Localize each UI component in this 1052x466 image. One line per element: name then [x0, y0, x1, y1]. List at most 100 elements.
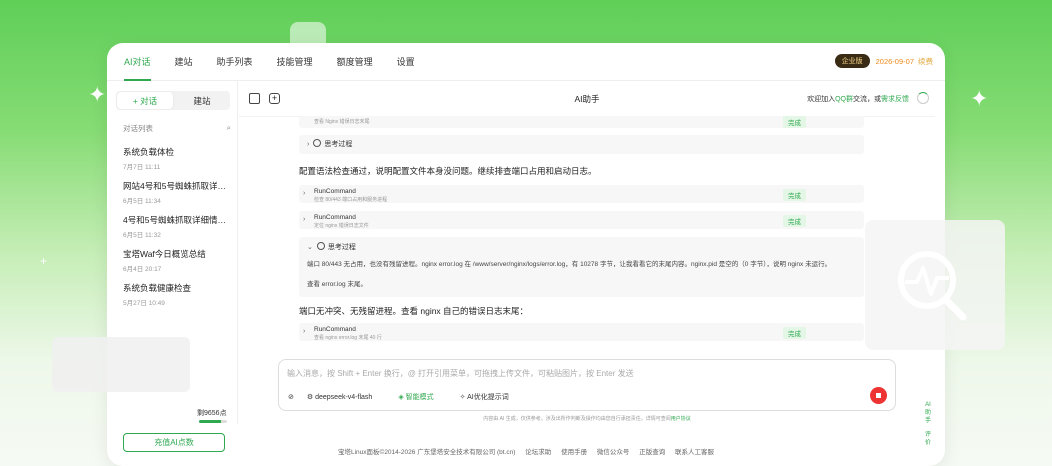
- conversation-date: 6月5日 11:32: [123, 232, 161, 239]
- tool-card[interactable]: › RunCommand 查看 nginx error.log 末尾 40 行 …: [299, 323, 864, 341]
- status-badge: 完成: [783, 215, 806, 227]
- footer-link-verify[interactable]: 正版查询: [639, 449, 665, 456]
- conversation-title: 网站4号和5号蜘蛛抓取详…: [123, 181, 226, 191]
- assistant-text: 端口无冲突、无残留进程。查看 nginx 自己的错误日志末尾：: [299, 306, 529, 316]
- nav-quota-manage[interactable]: 额度管理: [337, 43, 373, 81]
- model-select[interactable]: ⚙ deepseek-v4-flash: [307, 393, 385, 401]
- chevron-down-icon: ⌄: [307, 244, 313, 251]
- conversation-item[interactable]: 宝塔Waf今日概览总结 6月4日 20:17: [123, 248, 231, 282]
- nav-settings[interactable]: 设置: [397, 43, 415, 81]
- conversation-list-header: 对话列表 ⌕: [123, 123, 231, 134]
- tool-card[interactable]: 查看 Nginx 错误日志末尾 完成: [299, 116, 864, 128]
- conversation-item[interactable]: 系统负载健康检查 5月27日 10:49: [123, 282, 231, 316]
- feedback-link[interactable]: 需求反馈: [881, 96, 909, 103]
- ai-assistant-rail[interactable]: AI助手: [924, 401, 932, 425]
- renew-link[interactable]: 续费: [918, 56, 933, 67]
- clock-icon: [313, 139, 322, 147]
- footer: 宝塔Linux面板©2014-2026 广东堡塔安全技术有限公司 (bt.cn)…: [107, 446, 945, 456]
- think-label: 思考过程: [327, 244, 356, 251]
- glass-decoration: [865, 220, 1005, 350]
- conversation-title: 宝塔Waf今日概览总结: [123, 249, 206, 259]
- tool-card-sub: 查看 nginx error.log 末尾 40 行: [314, 335, 382, 341]
- conversation-date: 7月7日 11:11: [123, 164, 161, 171]
- sparkle-decoration: ✦: [970, 86, 989, 111]
- status-badge: 完成: [783, 327, 806, 339]
- model-name: deepseek-v4-flash: [315, 394, 373, 401]
- join-mid: 交流，或: [853, 96, 881, 103]
- tool-card-name: RunCommand: [314, 188, 356, 195]
- tab-build[interactable]: 建站: [174, 91, 230, 110]
- evaluate-rail[interactable]: 评价: [924, 431, 932, 447]
- conversation-item[interactable]: 4号和5号蜘蛛抓取详细情… 6月5日 11:32: [123, 214, 231, 248]
- points-progress: [199, 420, 227, 423]
- input-placeholder: 输入消息，按 Shift + Enter 换行，@ 打开引用菜单，可拖拽上传文件…: [287, 369, 634, 378]
- optimize-label: AI优化提示词: [467, 394, 509, 401]
- conversation-title: 系统负载体检: [123, 147, 175, 157]
- think-label: 思考过程: [324, 141, 353, 148]
- chevron-right-icon: ›: [307, 141, 310, 148]
- stop-button[interactable]: [870, 387, 887, 404]
- nav-skill-manage[interactable]: 技能管理: [277, 43, 313, 81]
- footer-link-manual[interactable]: 使用手册: [561, 449, 587, 456]
- chevron-right-icon: ›: [303, 190, 306, 197]
- tab-chat[interactable]: + 对话: [117, 92, 173, 109]
- conversation-date: 6月5日 11:34: [123, 198, 161, 205]
- license-area: 企业版 2026-09-07 续费: [834, 54, 933, 68]
- chat-main: + AI助手 欢迎加入QQ群交流，或需求反馈 查看 Nginx 错误日志末尾 完…: [239, 81, 935, 446]
- copyright-text: 宝塔Linux面板©2014-2026 广东堡塔安全技术有限公司 (bt.cn): [337, 449, 516, 456]
- conversation-title: 4号和5号蜘蛛抓取详细情…: [123, 215, 226, 225]
- nav-build-site[interactable]: 建站: [175, 43, 193, 81]
- footer-link-support[interactable]: 联系人工客服: [675, 449, 714, 456]
- nav-assistant-list[interactable]: 助手列表: [217, 43, 253, 81]
- tool-card-sub: 定位 nginx 错误日志文件: [314, 223, 369, 229]
- enterprise-badge: 企业版: [834, 54, 870, 68]
- conversation-item[interactable]: 系统负载体检 7月7日 11:11: [123, 146, 231, 180]
- conversation-list: 系统负载体检 7月7日 11:11 网站4号和5号蜘蛛抓取详… 6月5日 11:34…: [123, 146, 231, 316]
- nav-ai-chat[interactable]: AI对话: [124, 43, 151, 81]
- app-window: AI对话 建站 助手列表 技能管理 额度管理 设置 企业版 2026-09-07…: [107, 43, 945, 466]
- top-nav: AI对话 建站 助手列表 技能管理 额度管理 设置 企业版 2026-09-07…: [107, 43, 945, 81]
- tool-card[interactable]: › RunCommand 定位 nginx 错误日志文件 完成: [299, 211, 864, 229]
- user-agreement-link[interactable]: 用户协议: [671, 416, 691, 422]
- attach-icon[interactable]: ⊘: [288, 393, 294, 401]
- sidebar-tabs: + 对话 建站: [116, 91, 230, 110]
- assistant-text: 配置语法检查通过，说明配置文件本身没问题。继续排查端口占用和启动日志。: [299, 166, 597, 176]
- join-text: 欢迎加入QQ群交流，或需求反馈: [807, 94, 909, 104]
- tool-card-name: RunCommand: [314, 214, 356, 221]
- sparkle-decoration: +: [40, 254, 48, 268]
- sparkle-decoration: ✦: [88, 82, 107, 107]
- qq-group-link[interactable]: QQ群: [835, 96, 853, 103]
- expire-date: 2026-09-07: [875, 56, 914, 66]
- tool-card-name: RunCommand: [314, 326, 356, 333]
- conversation-list-title: 对话列表: [123, 124, 153, 133]
- optimize-prompt-button[interactable]: ✧ AI优化提示词: [460, 392, 522, 402]
- tool-card-sub: 检查 80/443 端口占用和服务进程: [314, 197, 388, 203]
- conversation-date: 6月4日 20:17: [123, 266, 162, 273]
- glass-decoration: [52, 337, 190, 392]
- search-icon[interactable]: ⌕: [227, 123, 231, 134]
- conversation-item[interactable]: 网站4号和5号蜘蛛抓取详… 6月5日 11:34: [123, 180, 231, 214]
- loading-spinner-icon: [917, 92, 929, 104]
- think-expanded-header[interactable]: ⌄ 思考过程: [307, 242, 356, 252]
- conversation-date: 5月27日 10:49: [123, 300, 165, 307]
- chevron-right-icon: ›: [303, 328, 306, 335]
- conversation-title: 系统负载健康检查: [123, 283, 192, 293]
- analytics-search-icon: [898, 251, 967, 321]
- status-badge: 完成: [783, 116, 806, 128]
- footer-link-wechat[interactable]: 微信公众号: [597, 449, 630, 456]
- tool-card-sub: 查看 Nginx 错误日志末尾: [314, 119, 370, 125]
- chevron-right-icon: ›: [303, 216, 306, 223]
- disclaimer-text: 内容由 AI 生成，仅供参考。涉及出所作判断及操作均由您自行承担责任。详情可查阅: [483, 416, 671, 422]
- think-expanded: ⌄ 思考过程 端口 80/443 无占用，也没有残留进程。nginx error.…: [299, 237, 864, 297]
- input-toolbar: ⊘ ⚙ deepseek-v4-flash ◈ 智能模式 ✧ AI优化提示词: [288, 392, 535, 402]
- think-body: 查看 error.log 末尾。: [307, 281, 367, 288]
- smart-mode-toggle[interactable]: ◈ 智能模式: [398, 392, 446, 402]
- message-input[interactable]: 输入消息，按 Shift + Enter 换行，@ 打开引用菜单，可拖拽上传文件…: [278, 359, 896, 411]
- tool-card[interactable]: › RunCommand 检查 80/443 端口占用和服务进程 完成: [299, 185, 864, 203]
- status-badge: 完成: [783, 189, 806, 201]
- clock-icon: [316, 242, 325, 250]
- smart-mode-label: 智能模式: [405, 394, 434, 401]
- think-collapsed[interactable]: › 思考过程: [299, 135, 864, 154]
- disclaimer: 内容由 AI 生成，仅供参考。涉及出所作判断及操作均由您自行承担责任。详情可查阅…: [239, 415, 935, 422]
- footer-link-forum[interactable]: 论坛求助: [525, 449, 551, 456]
